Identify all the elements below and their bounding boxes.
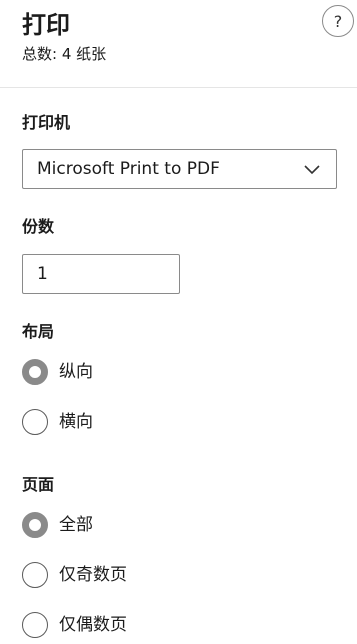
pages-option-odd[interactable]: 仅奇数页: [22, 562, 127, 588]
chevron-down-icon: [304, 165, 320, 175]
pages-label: 页面: [22, 475, 55, 494]
layout-option-landscape[interactable]: 横向: [22, 409, 93, 435]
copies-input[interactable]: [22, 254, 180, 294]
radio-landscape[interactable]: [22, 409, 48, 435]
help-icon: ?: [333, 11, 343, 31]
radio-even[interactable]: [22, 612, 48, 638]
radio-label-even: 仅偶数页: [59, 615, 127, 635]
page-title: 打印: [22, 11, 70, 39]
printer-select[interactable]: Microsoft Print to PDF: [22, 149, 337, 189]
copies-label: 份数: [22, 217, 55, 236]
print-header: 打印 总数: 4 纸张 ?: [0, 0, 357, 88]
radio-label-portrait: 纵向: [59, 362, 93, 382]
help-button[interactable]: ?: [322, 5, 354, 37]
layout-option-portrait[interactable]: 纵向: [22, 359, 93, 385]
pages-option-even[interactable]: 仅偶数页: [22, 612, 127, 638]
radio-label-odd: 仅奇数页: [59, 565, 127, 585]
layout-label: 布局: [22, 322, 55, 341]
radio-all[interactable]: [22, 512, 48, 538]
radio-portrait[interactable]: [22, 359, 48, 385]
pages-option-all[interactable]: 全部: [22, 512, 93, 538]
radio-label-all: 全部: [59, 515, 93, 535]
printer-label: 打印机: [22, 113, 71, 132]
radio-odd[interactable]: [22, 562, 48, 588]
sheet-count: 总数: 4 纸张: [22, 45, 107, 63]
printer-select-value: Microsoft Print to PDF: [37, 159, 220, 179]
radio-label-landscape: 横向: [59, 412, 93, 432]
